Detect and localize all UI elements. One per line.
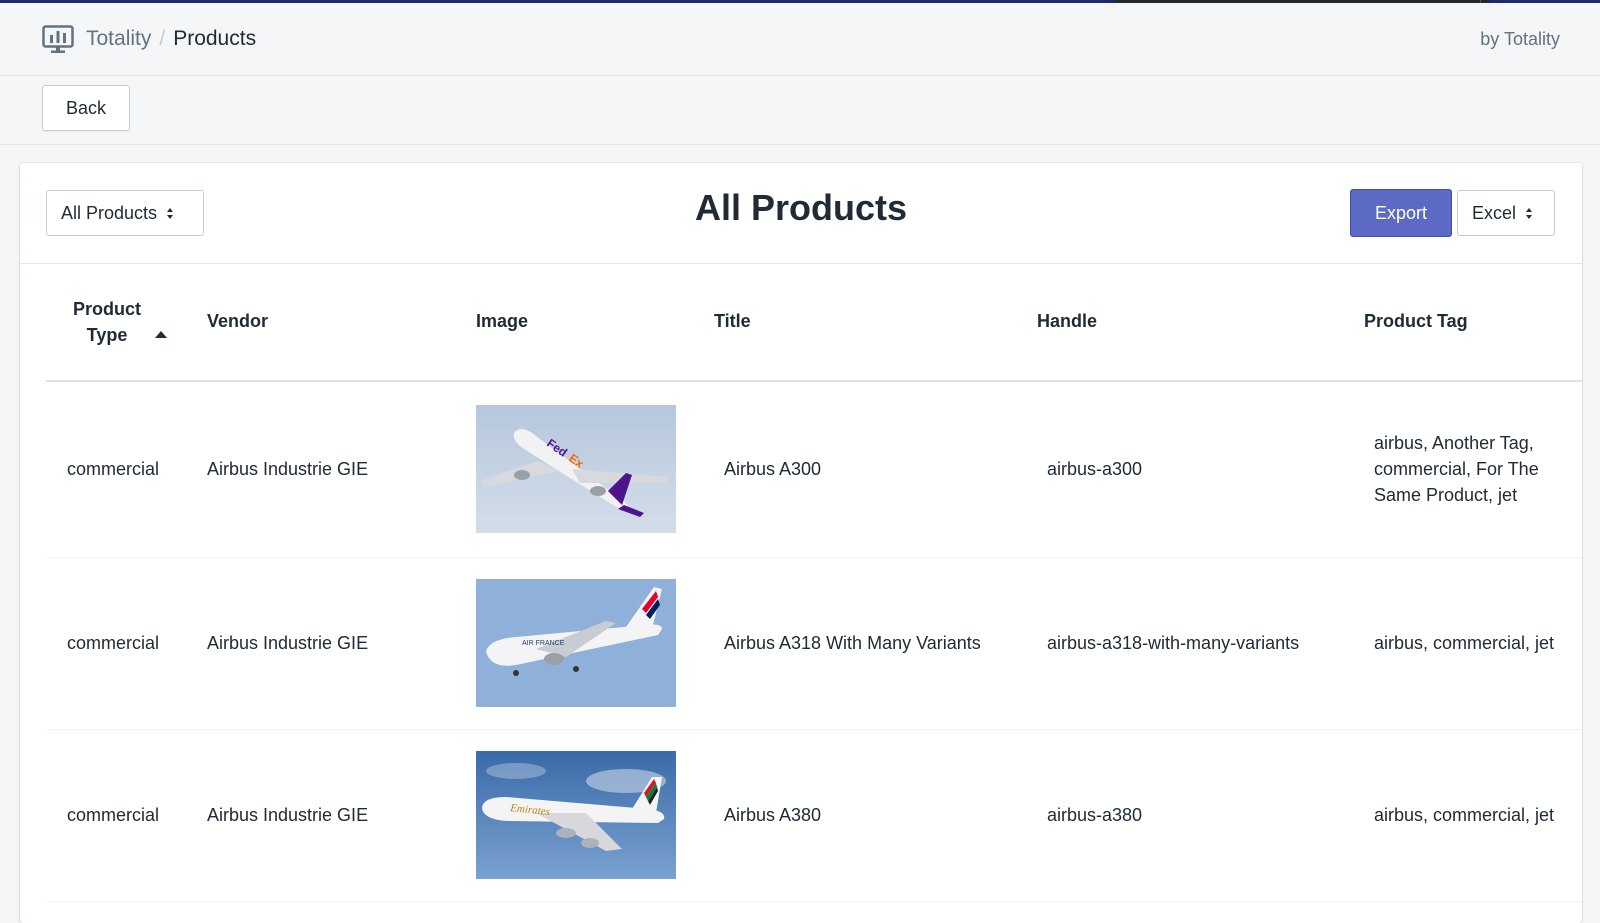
cell-title[interactable]: Airbus A380: [693, 729, 1016, 902]
column-header-image[interactable]: Image: [455, 263, 693, 382]
column-header-title[interactable]: Title: [693, 263, 1016, 382]
action-bar: Back: [0, 76, 1600, 145]
cell-handle: airbus-a300: [1016, 381, 1343, 558]
table-row[interactable]: commercial Airbus Industrie GIE AIR FRAN…: [46, 557, 1582, 730]
product-image-fedex-a300: Fed Ex: [476, 405, 676, 534]
cell-title[interactable]: Airbus A318 With Many Variants: [693, 557, 1016, 730]
product-image-air-france-a318: AIR FRANCE: [476, 579, 676, 707]
cell-product-tag: airbus, commercial, jet: [1343, 557, 1582, 730]
cell-image: Emirates: [455, 729, 693, 902]
cell-product-tag: airbus, commercial, jet: [1343, 729, 1582, 902]
table-header-row: Product Type Vendor Image Title Handle P…: [46, 263, 1582, 382]
products-card: All Products All Products Export Excel P…: [20, 163, 1582, 923]
breadcrumb: Totality / Products: [86, 27, 256, 51]
card-header: All Products All Products Export Excel: [20, 163, 1582, 264]
column-header-handle[interactable]: Handle: [1016, 263, 1343, 382]
cell-image: Fed Ex: [455, 381, 693, 558]
breadcrumb-separator: /: [159, 27, 166, 50]
monitor-chart-icon: [42, 25, 74, 53]
breadcrumb-current: Products: [173, 27, 257, 50]
export-format-select[interactable]: Excel: [1457, 190, 1555, 236]
back-button[interactable]: Back: [42, 85, 130, 131]
cell-title[interactable]: Airbus A300: [693, 381, 1016, 558]
top-bar: Totality / Products by Totality: [0, 3, 1600, 76]
column-header-label: Product Type: [72, 298, 141, 345]
cell-vendor: Airbus Industrie GIE: [186, 557, 455, 730]
product-image-emirates-a380: Emirates: [476, 751, 676, 879]
cell-product-type: commercial: [46, 557, 186, 730]
cell-vendor: Airbus Industrie GIE: [186, 381, 455, 558]
export-button[interactable]: Export: [1350, 189, 1452, 237]
svg-text:AIR FRANCE: AIR FRANCE: [522, 640, 565, 647]
cell-vendor: Airbus Industrie GIE: [186, 729, 455, 902]
column-header-vendor[interactable]: Vendor: [186, 263, 455, 382]
breadcrumb-app[interactable]: Totality: [86, 27, 151, 50]
cell-product-tag: airbus, Another Tag, commercial, For The…: [1343, 381, 1582, 558]
cell-handle: airbus-a318-with-many-variants: [1016, 557, 1343, 730]
column-header-product-tag[interactable]: Product Tag: [1343, 263, 1582, 382]
cell-image: AIR FRANCE: [455, 557, 693, 730]
column-header-product-type[interactable]: Product Type: [46, 263, 186, 382]
products-table: Product Type Vendor Image Title Handle P…: [46, 263, 1582, 902]
page-title: All Products: [694, 187, 908, 228]
cell-product-type: commercial: [46, 381, 186, 558]
select-arrows-icon: [1526, 207, 1533, 219]
table-row[interactable]: commercial Airbus Industrie GIE Emirates…: [46, 729, 1582, 902]
export-format-value: Excel: [1472, 202, 1517, 223]
cell-product-type: commercial: [46, 729, 186, 902]
sort-ascending-icon[interactable]: [155, 330, 167, 338]
byline: by Totality: [1480, 29, 1560, 49]
table-row[interactable]: commercial Airbus Industrie GIE Fed Ex A…: [46, 381, 1582, 558]
cell-handle: airbus-a380: [1016, 729, 1343, 902]
